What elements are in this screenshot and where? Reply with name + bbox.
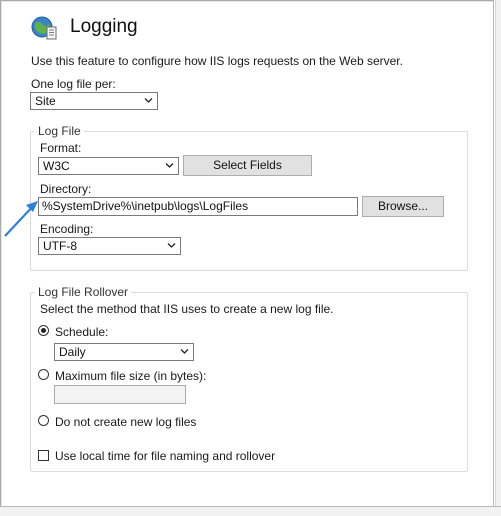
use-local-time-label: Use local time for file naming and rollo… — [55, 449, 276, 463]
max-file-size-radio[interactable] — [38, 369, 49, 380]
window-right-edge — [493, 0, 501, 516]
browse-button[interactable]: Browse... — [362, 196, 444, 217]
iis-logging-icon — [31, 16, 57, 40]
chevron-down-icon — [180, 349, 189, 354]
schedule-select[interactable]: Daily — [54, 343, 194, 361]
max-file-size-label: Maximum file size (in bytes): — [55, 369, 207, 383]
directory-label: Directory: — [40, 182, 92, 196]
format-value: W3C — [43, 159, 70, 173]
format-select[interactable]: W3C — [38, 157, 179, 175]
schedule-label: Schedule: — [55, 325, 109, 339]
rollover-group-title: Log File Rollover — [35, 285, 132, 299]
page-title: Logging — [70, 16, 138, 37]
annotation-arrow-icon — [4, 201, 38, 237]
encoding-select[interactable]: UTF-8 — [38, 237, 181, 255]
encoding-value: UTF-8 — [43, 239, 77, 253]
log-file-group-title: Log File — [35, 124, 84, 138]
no-new-log-files-radio[interactable] — [38, 415, 49, 426]
no-new-log-files-label: Do not create new log files — [55, 415, 197, 429]
schedule-value: Daily — [59, 345, 86, 359]
log-file-per-value: Site — [35, 94, 56, 108]
log-file-per-select[interactable]: Site — [30, 92, 158, 110]
chevron-down-icon — [167, 243, 176, 248]
rollover-instruction: Select the method that IIS uses to creat… — [40, 302, 334, 316]
log-file-per-label: One log file per: — [31, 77, 116, 91]
max-file-size-input[interactable] — [54, 385, 186, 404]
encoding-label: Encoding: — [40, 222, 94, 236]
use-local-time-checkbox[interactable] — [38, 450, 49, 461]
select-fields-button[interactable]: Select Fields — [183, 155, 312, 176]
chevron-down-icon — [144, 98, 153, 103]
chevron-down-icon — [165, 163, 174, 168]
directory-input[interactable]: %SystemDrive%\inetpub\logs\LogFiles — [38, 197, 358, 216]
format-label: Format: — [40, 141, 82, 155]
schedule-radio[interactable] — [38, 325, 49, 336]
window-bottom-edge — [0, 506, 501, 516]
feature-description: Use this feature to configure how IIS lo… — [31, 54, 403, 68]
